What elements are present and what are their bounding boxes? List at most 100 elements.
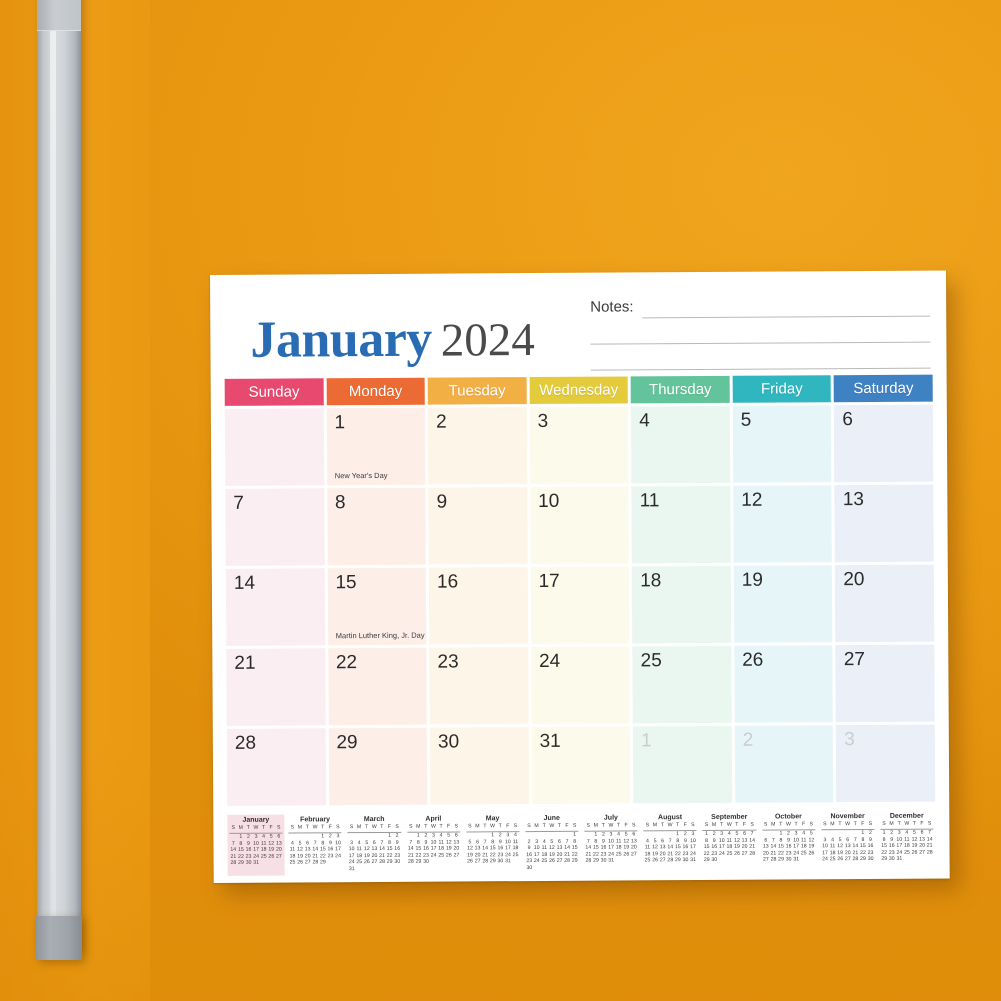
- mini-weekday-initial: T: [542, 822, 546, 829]
- day-cell[interactable]: 14: [225, 568, 325, 646]
- day-cell[interactable]: 13: [834, 484, 934, 563]
- mini-day-number: 25: [800, 850, 807, 857]
- mini-weekday-initial: S: [586, 822, 590, 829]
- day-cell[interactable]: 12: [733, 485, 833, 563]
- mini-calendar-march[interactable]: March S M T W T F S 1 2 3 4 5 6 7 8 9 10 11 12 13 14 15 16 17 18…: [346, 814, 404, 875]
- day-cell[interactable]: 2: [734, 725, 834, 803]
- day-cell[interactable]: 24: [530, 646, 631, 725]
- mini-day-number: 29: [593, 858, 599, 865]
- metal-strip-top-cap: [37, 0, 81, 31]
- day-cell[interactable]: 29: [328, 727, 428, 806]
- mini-day-number: 25: [829, 856, 836, 863]
- page-title: January 2024: [250, 311, 535, 369]
- mini-day-number: 26: [837, 856, 844, 863]
- mini-calendar-august[interactable]: August S M T W T F S 1 2 3 4 5 6 7 8 9 10 11 12 13 14 15 16 17 1…: [641, 812, 699, 873]
- notes-line-3[interactable]: [590, 367, 931, 371]
- mini-calendar-april[interactable]: April S M T W T F S 1 2 3 4 5 6 7 8 9 10 11 12 13 14 15 16 17 18…: [405, 813, 463, 874]
- mini-day-number: 28: [770, 856, 777, 863]
- mini-weekday-initial: M: [771, 821, 776, 828]
- day-cell[interactable]: 26: [734, 645, 834, 723]
- mini-weekday-initial: F: [861, 821, 865, 828]
- mini-calendar-may[interactable]: May S M T W T F S 1 2 3 4 5 6 7 8 9 10 11 12 13 14 15 16 17 18 19…: [464, 813, 522, 874]
- holiday-label: Martin Luther King, Jr. Day: [335, 630, 425, 641]
- mini-day-number: 28: [564, 858, 571, 865]
- mini-day-number: 30: [711, 857, 718, 864]
- day-cell[interactable]: 5: [732, 405, 832, 483]
- mini-weekday-initial: M: [297, 824, 303, 831]
- mini-calendar-september[interactable]: September S M T W T F S 1 2 3 4 5 6 7 8 9 10 11 12 13 14 15 16 1…: [701, 812, 759, 873]
- mini-weekday-initial: T: [720, 821, 724, 828]
- mini-weekday-initial: W: [904, 820, 910, 827]
- mini-day-number: 25: [289, 859, 296, 866]
- day-cell[interactable]: 25: [632, 645, 732, 724]
- mini-weekday-initial: S: [468, 823, 472, 830]
- mini-weekday-initial: T: [779, 821, 783, 828]
- mini-weekday-initial: T: [616, 822, 621, 829]
- day-cell[interactable]: 6: [834, 404, 934, 483]
- day-cell[interactable]: 30: [429, 727, 529, 805]
- day-number: 2: [742, 729, 754, 751]
- day-cell[interactable]: 20: [835, 564, 935, 643]
- day-number: 1: [334, 412, 346, 434]
- day-cell[interactable]: 31: [531, 726, 631, 805]
- mini-weekday-initial: F: [683, 822, 687, 829]
- day-number: 27: [843, 649, 865, 671]
- day-number: 5: [740, 409, 752, 431]
- day-cell[interactable]: 3: [529, 406, 629, 485]
- calendar-content: January 2024 Notes: Sunday Monday Tuesday We…: [224, 281, 936, 876]
- mini-calendar-february[interactable]: February S M T W T F S 1 2 3 4 5 6 7 8 9 10 11 12 13 14 15 16 1…: [286, 814, 344, 875]
- day-cell[interactable]: 15 Martin Luther King, Jr. Day: [327, 567, 427, 646]
- day-cell[interactable]: 2: [427, 407, 527, 485]
- mini-weekday-initial: T: [261, 824, 266, 831]
- mini-calendar-january[interactable]: January S M T W T F S 1 2 3 4 5 6 7 8 9 10 11 12 13 14 15 16 17…: [227, 814, 285, 876]
- mini-weekday-initial: S: [527, 823, 531, 830]
- day-cell[interactable]: 22: [327, 647, 427, 726]
- mini-weekday-initial: M: [475, 823, 480, 830]
- day-cell[interactable]: 4: [631, 405, 731, 484]
- day-cell[interactable]: 27: [835, 644, 935, 723]
- mini-calendar-days: 1 2 3 4 5 6 7 8 9 10 11 12 13 14 15 16 17 18 19 20 21 22 23 24 2…: [762, 830, 815, 863]
- day-cell[interactable]: 10: [530, 486, 630, 565]
- day-cell[interactable]: 18: [632, 565, 732, 644]
- mini-calendar-november[interactable]: November S M T W T F S 1 2 3 4 5 6 7 8 9 10 11 12 13 14 15 16 1…: [819, 811, 877, 872]
- mini-weekday-initial: W: [667, 822, 673, 829]
- mini-weekday-initial: T: [557, 822, 561, 829]
- day-cell[interactable]: 17: [530, 566, 630, 645]
- day-cell[interactable]: 9: [428, 487, 528, 565]
- day-cell[interactable]: 19: [733, 565, 833, 643]
- wall-calendar-paper: January 2024 Notes: Sunday Monday Tuesday We…: [210, 270, 950, 883]
- day-cell[interactable]: 16: [428, 567, 528, 645]
- mini-weekday-initial: S: [823, 821, 827, 828]
- day-cell[interactable]: 21: [226, 648, 326, 726]
- mini-calendar-december[interactable]: December S M T W T F S 1 2 3 4 5 6 7 8 9 10 11 12 13 14 15 16 17…: [878, 811, 936, 872]
- mini-weekday-initial: S: [882, 820, 886, 827]
- day-cell[interactable]: 1 New Year's Day: [326, 407, 426, 486]
- calendar-header: January 2024 Notes:: [224, 281, 933, 377]
- mini-calendar-days: 1 2 3 4 5 6 7 8 9 10 11 12 13 14 15 16 17 18 19 20 21 22 23 24 2…: [821, 830, 874, 863]
- mini-calendar-days: 1 2 3 4 5 6 7 8 9 10 11 12 13 14 15 16 17 18 19 20 21 22 23 24 2…: [289, 833, 342, 866]
- day-cell[interactable]: 7: [225, 488, 325, 566]
- mini-calendar-days: 1 2 3 4 5 6 7 8 9 10 11 12 13 14 15 16 17 18 19 20 21 22 23 24 2…: [644, 831, 697, 864]
- mini-calendar-october[interactable]: October S M T W T F S 1 2 3 4 5 6 7 8 9 10 11 12 13 14 15 16 17…: [760, 811, 818, 872]
- day-cell[interactable]: 28: [226, 728, 326, 806]
- mini-calendar-june[interactable]: June S M T W T F S 1 2 3 4 5 6 7 8 9 10 11 12 13 14 15 16 17 18 1…: [523, 813, 581, 874]
- notes-line-1[interactable]: [642, 315, 931, 319]
- mini-day-number: 27: [762, 856, 769, 864]
- day-cell[interactable]: 3: [836, 724, 936, 803]
- day-cell[interactable]: 1: [633, 725, 733, 804]
- mini-day-number: 30: [888, 856, 895, 863]
- mini-weekday-initial: S: [927, 820, 932, 827]
- day-cell[interactable]: 8: [326, 487, 426, 566]
- weekday-header-sunday: Sunday: [224, 378, 324, 406]
- notes-line-2[interactable]: [590, 341, 931, 345]
- day-cell[interactable]: 23: [429, 647, 529, 725]
- day-number: 23: [437, 651, 459, 673]
- mini-day-number: 31: [793, 856, 800, 863]
- mini-day-number: 27: [474, 858, 481, 865]
- day-cell[interactable]: 11: [631, 485, 731, 564]
- mini-calendar-month-name: July: [603, 814, 618, 822]
- day-number: 6: [842, 409, 853, 431]
- weekday-header-wednesday: Wednesday: [529, 376, 629, 405]
- mini-calendar-july[interactable]: July S M T W T F S 1 2 3 4 5 6 7 8 9 10 11 12 13 14 15 16 17 18 1…: [582, 812, 640, 873]
- mini-weekday-initial: F: [802, 821, 806, 828]
